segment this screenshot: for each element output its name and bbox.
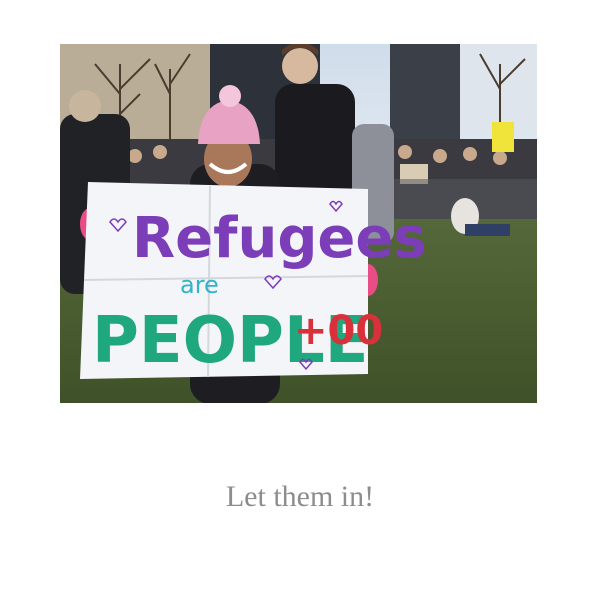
man-head — [282, 48, 318, 84]
seated-person-legs — [465, 224, 510, 236]
sign-text-refugees: Refugees — [132, 206, 427, 271]
sign-text-plus: +00 — [294, 308, 383, 354]
person-left-head — [69, 90, 101, 122]
building-right — [390, 44, 460, 149]
caption: Let them in! — [225, 480, 375, 513]
protest-photo: Refugees are PEOPLE +00 — [60, 44, 537, 403]
photo-scene: Refugees are PEOPLE +00 — [60, 44, 537, 403]
sign-text-are: are — [180, 271, 219, 299]
building-far — [460, 44, 537, 134]
hat-pompom — [219, 85, 241, 107]
yellow-sign — [492, 122, 514, 152]
